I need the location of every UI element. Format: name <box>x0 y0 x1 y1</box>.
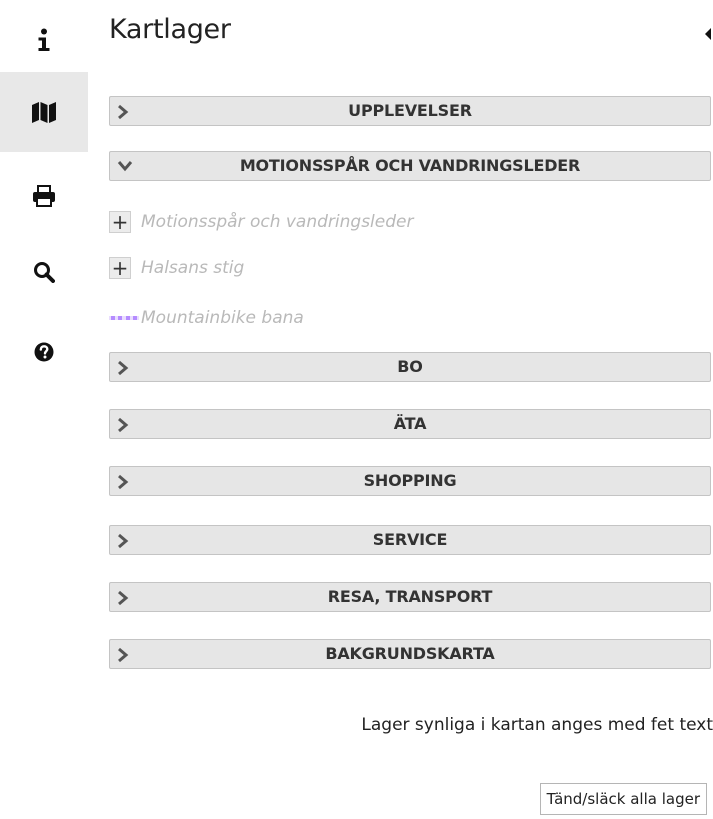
group-label: ÄTA <box>393 414 427 433</box>
layer-item: + Halsans stig <box>109 256 244 280</box>
info-icon <box>38 28 50 51</box>
group-label: SHOPPING <box>363 471 457 490</box>
group-label: SERVICE <box>372 530 448 549</box>
map-icon <box>32 102 56 123</box>
panel-title: Kartlager <box>109 14 231 45</box>
group-header-resa-transport[interactable]: RESA, TRANSPORT <box>109 582 711 612</box>
collapse-panel-button[interactable] <box>703 26 713 40</box>
expand-layer-button[interactable]: + <box>109 211 131 233</box>
group-label: RESA, TRANSPORT <box>327 587 493 606</box>
group-label: UPPLEVELSER <box>348 101 472 120</box>
caret-left-icon <box>705 28 711 40</box>
search-button[interactable] <box>0 232 88 312</box>
group-header-upplevelser[interactable]: UPPLEVELSER <box>109 96 711 126</box>
group-header-motionsspar[interactable]: MOTIONSSPÅR OCH VANDRINGSLEDER <box>109 151 711 181</box>
toggle-all-layers-button[interactable]: Tänd/släck alla lager <box>539 783 707 815</box>
search-icon <box>34 262 55 283</box>
group-header-service[interactable]: SERVICE <box>109 525 711 555</box>
map-layers-button[interactable] <box>0 72 88 152</box>
layer-panel: Kartlager UPPLEVELSER MOTIONSSPÅR OCH VA… <box>109 0 713 819</box>
layer-label[interactable]: Mountainbike bana <box>141 308 304 328</box>
info-button[interactable] <box>0 0 88 80</box>
print-icon <box>33 185 55 207</box>
dotted-line-legend-icon <box>109 311 139 325</box>
layer-item: Mountainbike bana <box>109 306 304 330</box>
group-header-bakgrundskarta[interactable]: BAKGRUNDSKARTA <box>109 639 711 669</box>
group-header-shopping[interactable]: SHOPPING <box>109 466 711 496</box>
layer-label[interactable]: Halsans stig <box>141 258 244 278</box>
group-header-bo[interactable]: BO <box>109 352 711 382</box>
group-label: BAKGRUNDSKARTA <box>325 644 495 663</box>
group-label: MOTIONSSPÅR OCH VANDRINGSLEDER <box>239 156 581 175</box>
layer-label[interactable]: Motionsspår och vandringsleder <box>141 212 413 232</box>
layer-item: + Motionsspår och vandringsleder <box>109 210 413 234</box>
help-icon <box>34 342 54 362</box>
visibility-hint: Lager synliga i kartan anges med fet tex… <box>361 715 713 735</box>
side-toolbar <box>0 0 88 819</box>
group-header-ata[interactable]: ÄTA <box>109 409 711 439</box>
group-label: BO <box>397 357 423 376</box>
expand-layer-button[interactable]: + <box>109 257 131 279</box>
help-button[interactable] <box>0 312 88 392</box>
print-button[interactable] <box>0 156 88 236</box>
